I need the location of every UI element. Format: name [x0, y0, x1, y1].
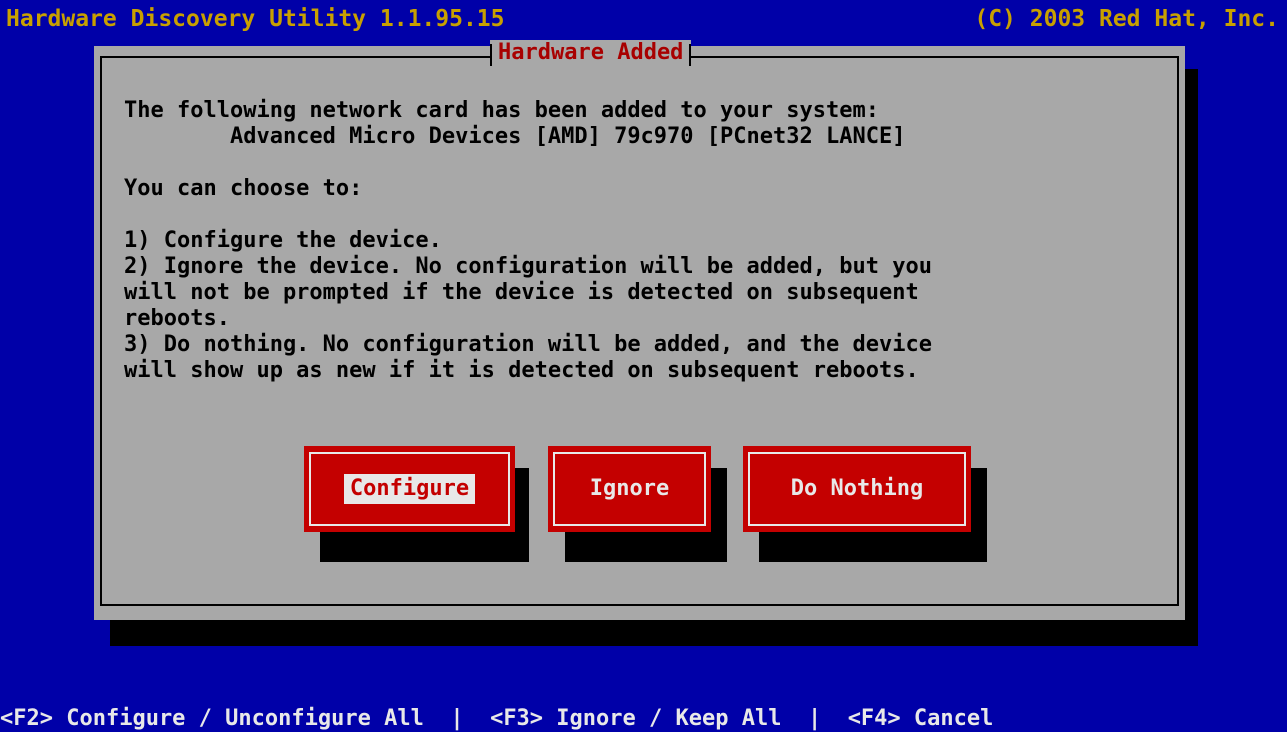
app-title: Hardware Discovery Utility 1.1.95.15 — [6, 6, 505, 32]
ignore-button-frame: Ignore — [553, 452, 706, 526]
configure-button-label: Configure — [343, 474, 476, 504]
ignore-button[interactable]: Ignore — [548, 446, 711, 532]
do-nothing-button-frame: Do Nothing — [748, 452, 966, 526]
do-nothing-button[interactable]: Do Nothing — [743, 446, 971, 532]
do-nothing-button-label: Do Nothing — [790, 476, 924, 501]
dialog-title: Hardware Added — [490, 40, 692, 66]
dialog-message: The following network card has been adde… — [124, 98, 932, 383]
configure-button[interactable]: Configure — [304, 446, 515, 532]
configure-button-frame: Configure — [309, 452, 510, 526]
ignore-button-label: Ignore — [589, 476, 670, 501]
hotkey-help-bar: <F2> Configure / Unconfigure All | <F3> … — [0, 706, 994, 731]
copyright: (C) 2003 Red Hat, Inc. — [974, 6, 1279, 32]
